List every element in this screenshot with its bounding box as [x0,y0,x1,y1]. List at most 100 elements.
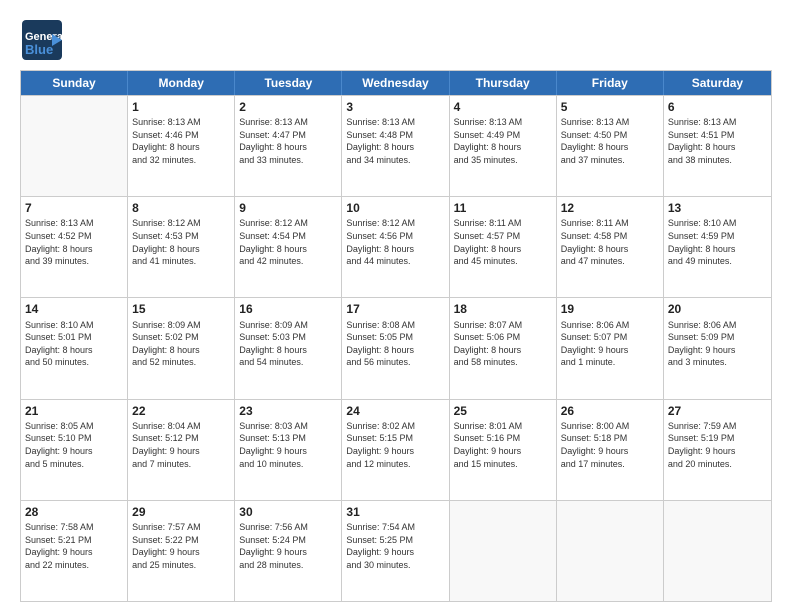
calendar-cell: 21Sunrise: 8:05 AM Sunset: 5:10 PM Dayli… [21,400,128,500]
day-info: Sunrise: 8:10 AM Sunset: 5:01 PM Dayligh… [25,319,123,369]
day-info: Sunrise: 8:03 AM Sunset: 5:13 PM Dayligh… [239,420,337,470]
day-number: 12 [561,200,659,216]
calendar-cell [557,501,664,601]
day-number: 15 [132,301,230,317]
day-info: Sunrise: 8:13 AM Sunset: 4:47 PM Dayligh… [239,116,337,166]
day-info: Sunrise: 8:13 AM Sunset: 4:52 PM Dayligh… [25,217,123,267]
calendar-cell: 7Sunrise: 8:13 AM Sunset: 4:52 PM Daylig… [21,197,128,297]
day-number: 20 [668,301,767,317]
day-number: 30 [239,504,337,520]
calendar-cell: 17Sunrise: 8:08 AM Sunset: 5:05 PM Dayli… [342,298,449,398]
day-info: Sunrise: 8:12 AM Sunset: 4:54 PM Dayligh… [239,217,337,267]
svg-text:Blue: Blue [25,42,53,57]
calendar-cell: 27Sunrise: 7:59 AM Sunset: 5:19 PM Dayli… [664,400,771,500]
weekday-header: Thursday [450,71,557,95]
day-info: Sunrise: 7:57 AM Sunset: 5:22 PM Dayligh… [132,521,230,571]
calendar-cell: 26Sunrise: 8:00 AM Sunset: 5:18 PM Dayli… [557,400,664,500]
day-number: 6 [668,99,767,115]
calendar-cell: 10Sunrise: 8:12 AM Sunset: 4:56 PM Dayli… [342,197,449,297]
day-number: 24 [346,403,444,419]
calendar-cell: 16 Sunrise: 8:09 AM Sunset: 5:03 PM Dayli… [235,298,342,398]
day-number: 4 [454,99,552,115]
calendar-cell: 4Sunrise: 8:13 AM Sunset: 4:49 PM Daylig… [450,96,557,196]
day-number: 9 [239,200,337,216]
calendar-cell: 30Sunrise: 7:56 AM Sunset: 5:24 PM Dayli… [235,501,342,601]
day-info: Sunrise: 8:09 AM Sunset: 5:02 PM Dayligh… [132,319,230,369]
day-number: 13 [668,200,767,216]
calendar-cell: 6Sunrise: 8:13 AM Sunset: 4:51 PM Daylig… [664,96,771,196]
day-info: Sunrise: 8:11 AM Sunset: 4:57 PM Dayligh… [454,217,552,267]
day-info: Sunrise: 8:08 AM Sunset: 5:05 PM Dayligh… [346,319,444,369]
calendar-cell: 11Sunrise: 8:11 AM Sunset: 4:57 PM Dayli… [450,197,557,297]
calendar-cell: 1Sunrise: 8:13 AM Sunset: 4:46 PM Daylig… [128,96,235,196]
day-info: Sunrise: 8:01 AM Sunset: 5:16 PM Dayligh… [454,420,552,470]
day-info: Sunrise: 8:10 AM Sunset: 4:59 PM Dayligh… [668,217,767,267]
day-number: 19 [561,301,659,317]
day-info: Sunrise: 8:11 AM Sunset: 4:58 PM Dayligh… [561,217,659,267]
day-number: 5 [561,99,659,115]
calendar-cell: 8Sunrise: 8:12 AM Sunset: 4:53 PM Daylig… [128,197,235,297]
day-number: 22 [132,403,230,419]
day-info: Sunrise: 8:12 AM Sunset: 4:56 PM Dayligh… [346,217,444,267]
calendar-cell: 22Sunrise: 8:04 AM Sunset: 5:12 PM Dayli… [128,400,235,500]
weekday-header: Tuesday [235,71,342,95]
day-info: Sunrise: 8:13 AM Sunset: 4:49 PM Dayligh… [454,116,552,166]
weekday-header: Sunday [21,71,128,95]
day-info: Sunrise: 8:05 AM Sunset: 5:10 PM Dayligh… [25,420,123,470]
day-number: 25 [454,403,552,419]
day-info: Sunrise: 8:02 AM Sunset: 5:15 PM Dayligh… [346,420,444,470]
day-info: Sunrise: 8:13 AM Sunset: 4:50 PM Dayligh… [561,116,659,166]
calendar-cell: 31Sunrise: 7:54 AM Sunset: 5:25 PM Dayli… [342,501,449,601]
calendar: SundayMondayTuesdayWednesdayThursdayFrid… [20,70,772,602]
weekday-header: Saturday [664,71,771,95]
calendar-cell [450,501,557,601]
day-number: 10 [346,200,444,216]
day-number: 31 [346,504,444,520]
calendar-cell: 25Sunrise: 8:01 AM Sunset: 5:16 PM Dayli… [450,400,557,500]
day-info: Sunrise: 8:13 AM Sunset: 4:48 PM Dayligh… [346,116,444,166]
day-number: 28 [25,504,123,520]
calendar-body: 1Sunrise: 8:13 AM Sunset: 4:46 PM Daylig… [21,95,771,601]
calendar-cell [664,501,771,601]
day-number: 2 [239,99,337,115]
calendar-cell: 3Sunrise: 8:13 AM Sunset: 4:48 PM Daylig… [342,96,449,196]
day-info: Sunrise: 8:00 AM Sunset: 5:18 PM Dayligh… [561,420,659,470]
day-number: 29 [132,504,230,520]
calendar-week: 28Sunrise: 7:58 AM Sunset: 5:21 PM Dayli… [21,500,771,601]
calendar-cell: 12Sunrise: 8:11 AM Sunset: 4:58 PM Dayli… [557,197,664,297]
calendar-cell: 13Sunrise: 8:10 AM Sunset: 4:59 PM Dayli… [664,197,771,297]
day-number: 3 [346,99,444,115]
calendar-week: 7Sunrise: 8:13 AM Sunset: 4:52 PM Daylig… [21,196,771,297]
day-number: 8 [132,200,230,216]
day-info: Sunrise: 7:59 AM Sunset: 5:19 PM Dayligh… [668,420,767,470]
calendar-cell: 19Sunrise: 8:06 AM Sunset: 5:07 PM Dayli… [557,298,664,398]
day-number: 18 [454,301,552,317]
weekday-header: Monday [128,71,235,95]
day-info: Sunrise: 8:06 AM Sunset: 5:09 PM Dayligh… [668,319,767,369]
calendar-cell: 29Sunrise: 7:57 AM Sunset: 5:22 PM Dayli… [128,501,235,601]
day-info: Sunrise: 8:13 AM Sunset: 4:46 PM Dayligh… [132,116,230,166]
day-number: 11 [454,200,552,216]
day-info: Sunrise: 7:58 AM Sunset: 5:21 PM Dayligh… [25,521,123,571]
calendar-cell: 24Sunrise: 8:02 AM Sunset: 5:15 PM Dayli… [342,400,449,500]
day-info: Sunrise: 7:56 AM Sunset: 5:24 PM Dayligh… [239,521,337,571]
weekday-header: Friday [557,71,664,95]
day-number: 14 [25,301,123,317]
calendar-cell: 18 Sunrise: 8:07 AM Sunset: 5:06 PM Dayli… [450,298,557,398]
day-info: Sunrise: 8:09 AM Sunset: 5:03 PM Dayligh… [239,319,337,369]
day-info: Sunrise: 8:13 AM Sunset: 4:51 PM Dayligh… [668,116,767,166]
day-info: Sunrise: 8:07 AM Sunset: 5:06 PM Dayligh… [454,319,552,369]
day-info: Sunrise: 7:54 AM Sunset: 5:25 PM Dayligh… [346,521,444,571]
day-number: 23 [239,403,337,419]
calendar-week: 14 Sunrise: 8:10 AM Sunset: 5:01 PM Dayli… [21,297,771,398]
weekday-header: Wednesday [342,71,449,95]
calendar-cell: 14 Sunrise: 8:10 AM Sunset: 5:01 PM Dayli… [21,298,128,398]
calendar-cell: 28Sunrise: 7:58 AM Sunset: 5:21 PM Dayli… [21,501,128,601]
calendar-week: 21Sunrise: 8:05 AM Sunset: 5:10 PM Dayli… [21,399,771,500]
day-number: 26 [561,403,659,419]
calendar-cell [21,96,128,196]
calendar-cell: 15 Sunrise: 8:09 AM Sunset: 5:02 PM Dayli… [128,298,235,398]
calendar-cell: 9Sunrise: 8:12 AM Sunset: 4:54 PM Daylig… [235,197,342,297]
day-number: 21 [25,403,123,419]
day-number: 16 [239,301,337,317]
